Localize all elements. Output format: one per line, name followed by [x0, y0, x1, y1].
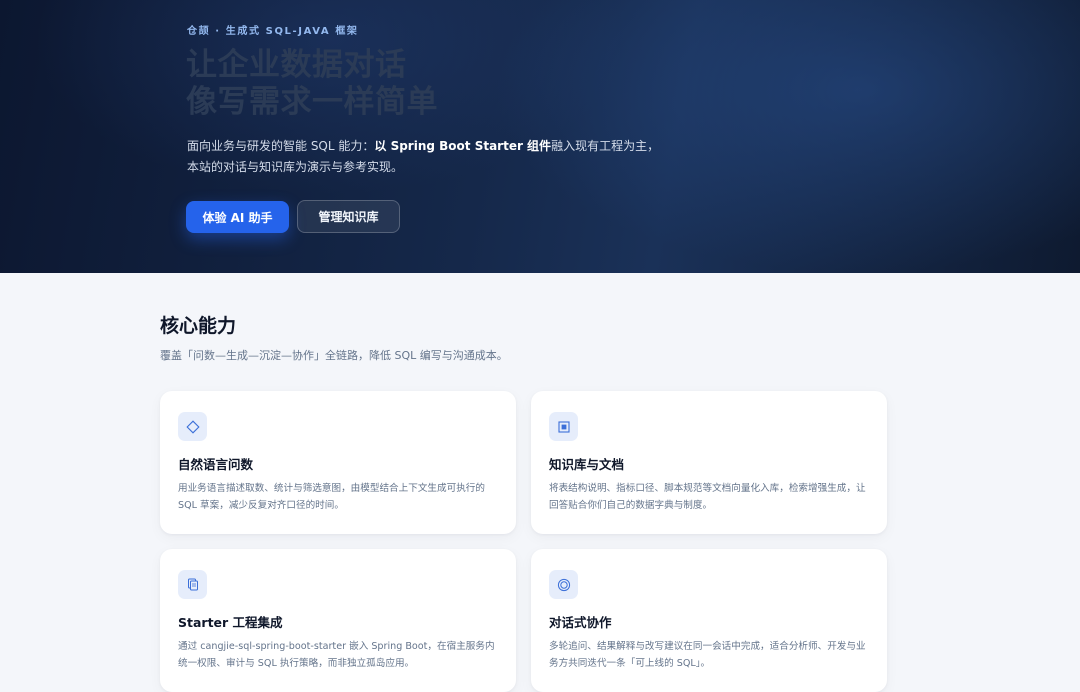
card-description: 多轮追问、结果解释与改写建议在同一会话中完成，适合分析师、开发与业务方共同迭代一… [549, 641, 866, 669]
capability-card-starter-integration: Starter 工程集成 通过 cangjie-sql-spring-boot-… [160, 549, 516, 692]
diamond-icon [178, 412, 207, 441]
card-title: 自然语言问数 [178, 457, 254, 472]
hero-headline-line1: 让企业数据对话 [186, 47, 407, 83]
card-description: 通过 cangjie-sql-spring-boot-starter 嵌入 Sp… [178, 641, 495, 669]
card-description: 将表结构说明、指标口径、脚本规范等文档向量化入库，检索增强生成，让回答贴合你们自… [549, 483, 866, 511]
hero-description: 面向业务与研发的智能 SQL 能力：以 Spring Boot Starter … [187, 136, 667, 178]
try-ai-assistant-button[interactable]: 体验 AI 助手 [186, 201, 289, 233]
capability-card-conversational-collab: 对话式协作 多轮追问、结果解释与改写建议在同一会话中完成，适合分析师、开发与业务… [531, 549, 887, 692]
square-dot-icon [549, 412, 578, 441]
card-title: Starter 工程集成 [178, 615, 283, 630]
card-description: 用业务语言描述取数、统计与筛选意图，由模型结合上下文生成可执行的 SQL 草案，… [178, 483, 485, 511]
section-title: 核心能力 [160, 315, 237, 337]
capability-card-nl-query: 自然语言问数 用业务语言描述取数、统计与筛选意图，由模型结合上下文生成可执行的 … [160, 391, 516, 534]
hero-headline-line2: 像写需求一样简单 [186, 84, 438, 120]
hero-desc-part1: 面向业务与研发的智能 SQL 能力： [187, 139, 375, 153]
hero-desc-bold: 以 Spring Boot Starter 组件 [374, 139, 552, 153]
capability-card-knowledge-base: 知识库与文档 将表结构说明、指标口径、脚本规范等文档向量化入库，检索增强生成，让… [531, 391, 887, 534]
card-title: 对话式协作 [549, 615, 612, 630]
card-title: 知识库与文档 [549, 457, 625, 472]
section-subtitle: 覆盖「问数—生成—沉淀—协作」全链路，降低 SQL 编写与沟通成本。 [160, 349, 508, 362]
concentric-circle-icon [549, 570, 578, 599]
hero-banner: 仓颉 · 生成式 SQL-JAVA 框架 让企业数据对话 像写需求一样简单 面向… [0, 0, 1080, 273]
document-icon [178, 570, 207, 599]
hero-headline: 让企业数据对话 像写需求一样简单 [186, 47, 686, 121]
hero-eyebrow: 仓颉 · 生成式 SQL-JAVA 框架 [187, 26, 359, 37]
manage-knowledge-base-button[interactable]: 管理知识库 [297, 200, 400, 233]
